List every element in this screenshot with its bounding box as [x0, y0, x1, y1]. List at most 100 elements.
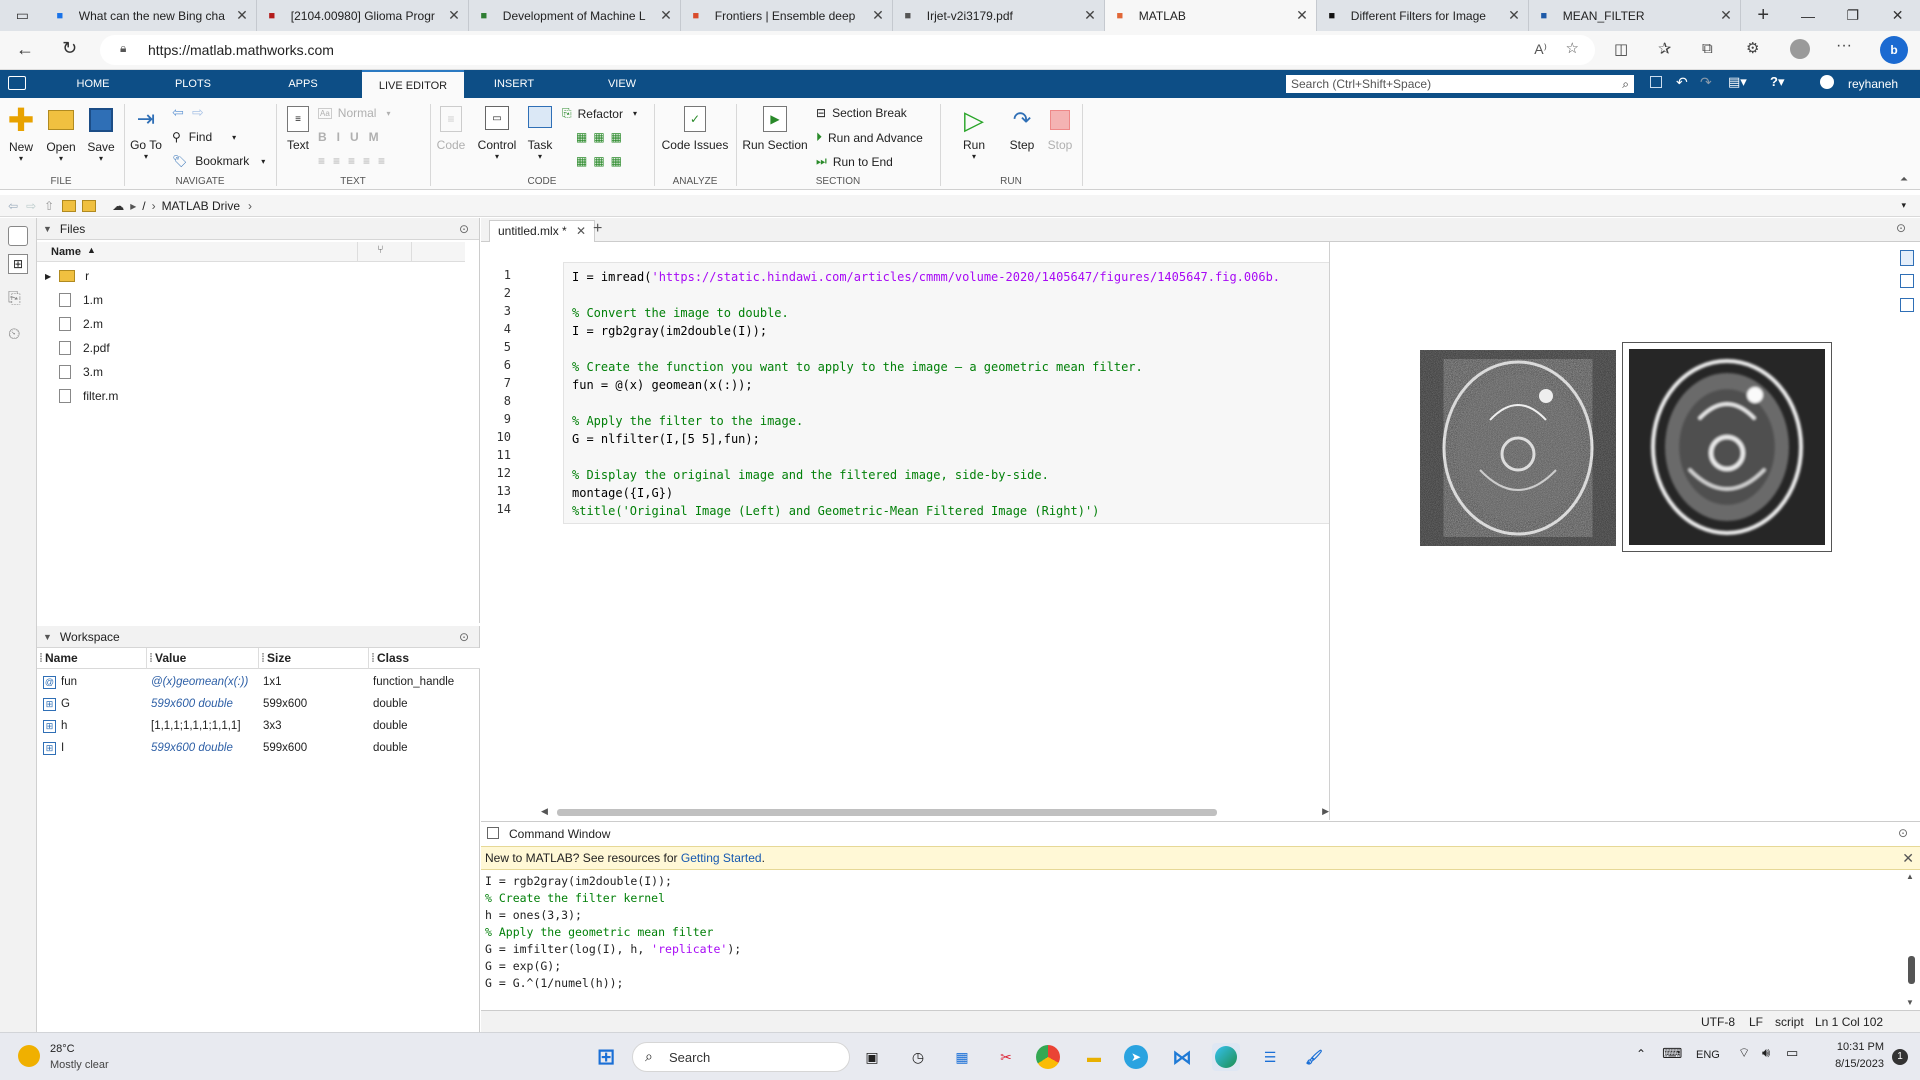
close-tab-icon[interactable]: ✕: [1296, 7, 1308, 24]
keyboard-icon[interactable]: ⌨: [1662, 1045, 1682, 1062]
collapse-arrow-icon[interactable]: ▼: [43, 224, 52, 234]
path-back-icon[interactable]: ⇦: [8, 199, 18, 213]
command-window[interactable]: Command Window ⊙ New to MATLAB? See reso…: [481, 821, 1920, 1032]
matlab-search-input[interactable]: Search (Ctrl+Shift+Space) ⌕: [1286, 75, 1634, 93]
code-tools-icons[interactable]: ▦▦▦: [576, 130, 628, 144]
help-icon[interactable]: ?▾: [1770, 74, 1784, 90]
expand-arrow-icon[interactable]: ▶: [45, 272, 51, 281]
path-root[interactable]: /: [142, 199, 145, 213]
bing-copilot-icon[interactable]: b: [1880, 36, 1908, 64]
new-button[interactable]: ✚ New ▾: [4, 104, 38, 163]
url-field[interactable]: 🔒︎ https://matlab.mathworks.com A⁾ ☆: [100, 35, 1595, 65]
encoding-status[interactable]: UTF-8: [1701, 1015, 1735, 1029]
more-menu-icon[interactable]: ···: [1836, 37, 1852, 55]
matlab-tab-home[interactable]: HOME: [46, 70, 140, 98]
edge-icon[interactable]: [1212, 1043, 1240, 1071]
hide-code-icon[interactable]: [1900, 298, 1914, 312]
output-right-icon[interactable]: [1900, 274, 1914, 288]
matlab-tab-live-editor[interactable]: LIVE EDITOR: [362, 70, 464, 98]
live-editor-code-pane[interactable]: 1 2 3 4 5 6 7 8 9 10 11 12 13 14 I = imread('https://…: [481, 242, 1329, 820]
file-item[interactable]: filter.m: [59, 386, 118, 406]
path-dropdown-icon[interactable]: ▾: [1901, 200, 1906, 211]
code-line[interactable]: G = nlfilter(I,[5 5],fun);: [572, 432, 760, 446]
close-tab-icon[interactable]: ✕: [660, 7, 672, 24]
workspace-row[interactable]: ⊞ I 599x600 double 599x600 double: [37, 738, 480, 760]
telegram-icon[interactable]: ➤: [1124, 1045, 1148, 1069]
weather-desc[interactable]: Mostly clear: [50, 1059, 109, 1071]
editor-tab[interactable]: untitled.mlx * ✕: [489, 220, 596, 242]
code-issues-button[interactable]: ✓ Code Issues: [660, 106, 730, 152]
path-folder-icon[interactable]: [82, 199, 97, 212]
section-break-button[interactable]: ⊟ Section Break: [816, 106, 907, 120]
run-section-button[interactable]: ▶ Run Section: [740, 106, 810, 152]
close-tab-icon[interactable]: ✕: [872, 7, 884, 24]
back-icon[interactable]: ←: [16, 39, 34, 60]
code-line[interactable]: I = imread('https://static.hindawi.com/a…: [572, 270, 1280, 284]
workspace-tool-icon[interactable]: ⊞: [8, 254, 28, 274]
ws-col-class[interactable]: ⁞ Class: [369, 648, 480, 669]
layout-icon[interactable]: ▤▾: [1728, 74, 1747, 90]
panel-options-icon[interactable]: ⊙: [459, 222, 469, 236]
start-windows-icon[interactable]: ⊞: [592, 1043, 620, 1071]
files-column-header[interactable]: Name ▲ ⑂: [37, 242, 465, 262]
refresh-icon[interactable]: ↻: [62, 38, 77, 59]
vertical-scrollbar[interactable]: ▲ ▼: [1906, 872, 1916, 1007]
run-button[interactable]: ▷ Run ▾: [954, 105, 994, 162]
file-explorer-icon[interactable]: ▬: [1080, 1043, 1108, 1071]
close-tab-icon[interactable]: ✕: [236, 7, 248, 24]
chrome-icon[interactable]: [1036, 1045, 1060, 1069]
taskbar-search[interactable]: ⌕ Search: [632, 1042, 850, 1072]
find-button[interactable]: ⚲ Find ▾: [172, 130, 236, 144]
ws-col-name[interactable]: ⁞ Name: [37, 648, 147, 669]
path-up-icon[interactable]: ⇧: [44, 199, 54, 213]
close-tab-icon[interactable]: ✕: [1084, 7, 1096, 24]
save-button[interactable]: Save ▾: [84, 106, 118, 163]
weather-moon-icon[interactable]: [18, 1045, 40, 1067]
browser-tab[interactable]: ■ Development of Machine L ✕: [469, 0, 681, 31]
browser-tab[interactable]: ■ MATLAB ✕: [1104, 0, 1317, 31]
notepad-icon[interactable]: ☰: [1256, 1043, 1284, 1071]
code-line[interactable]: %title('Original Image (Left) and Geomet…: [572, 504, 1099, 518]
code-block[interactable]: I = imread('https://static.hindawi.com/a…: [563, 262, 1329, 524]
forward-arrow-icon[interactable]: ⇨: [192, 104, 204, 121]
bookmark-button[interactable]: 🏷︎ Bookmark ▾: [172, 154, 265, 168]
workspace-row[interactable]: @ fun @(x)geomean(x(:)) 1x1 function_handle: [37, 672, 480, 694]
history-icon[interactable]: ⏲: [8, 326, 28, 346]
code-line[interactable]: montage({I,G}): [572, 486, 673, 500]
code-line[interactable]: % Create the function you want to apply …: [572, 360, 1143, 374]
go-to-button[interactable]: ⇥ Go To ▾: [128, 106, 164, 161]
new-tab-button[interactable]: +: [1741, 0, 1786, 31]
collections-icon[interactable]: ⧉: [1702, 40, 1713, 57]
workspace-row[interactable]: ⊞ G 599x600 double 599x600 double: [37, 694, 480, 716]
collapse-arrow-icon[interactable]: ▼: [43, 632, 52, 642]
profile-avatar[interactable]: [1790, 39, 1810, 59]
workspace-row[interactable]: ⊞ h [1,1,1;1,1,1;1,1,1] 3x3 double: [37, 716, 480, 738]
clock-app-icon[interactable]: ◷: [904, 1043, 932, 1071]
split-screen-icon[interactable]: ◫: [1614, 40, 1628, 58]
close-tab-icon[interactable]: ✕: [576, 224, 586, 238]
browser-tab[interactable]: ■ Irjet-v2i3179.pdf ✕: [893, 0, 1105, 31]
open-button[interactable]: Open ▾: [44, 106, 78, 163]
file-item[interactable]: 2.pdf: [59, 338, 110, 358]
paint-icon[interactable]: 🖌︎: [1300, 1043, 1328, 1071]
ws-col-value[interactable]: ⁞ Value: [147, 648, 259, 669]
read-aloud-icon[interactable]: A⁾: [1534, 41, 1547, 58]
browser-tab[interactable]: ■ Frontiers | Ensemble deep ✕: [681, 0, 893, 31]
task-button[interactable]: Task ▾: [524, 106, 556, 161]
snipping-tool-icon[interactable]: ✂: [992, 1043, 1020, 1071]
clock-time[interactable]: 10:31 PM: [1826, 1041, 1884, 1053]
store-icon[interactable]: ▦: [948, 1043, 976, 1071]
current-folder-tool-icon[interactable]: [8, 226, 28, 246]
battery-icon[interactable]: ▭: [1786, 1045, 1798, 1061]
file-item[interactable]: 3.m: [59, 362, 103, 382]
code-line[interactable]: % Display the original image and the fil…: [572, 468, 1049, 482]
horizontal-scrollbar[interactable]: ◀ ▶: [541, 806, 1329, 818]
filtered-mri-image[interactable]: [1622, 342, 1832, 552]
weather-temp[interactable]: 28°C: [50, 1043, 75, 1055]
close-tab-icon[interactable]: ✕: [448, 7, 460, 24]
clock-date[interactable]: 8/15/2023: [1826, 1058, 1884, 1070]
browser-tab[interactable]: ■ Different Filters for Image ✕: [1317, 0, 1529, 31]
matlab-tab-apps[interactable]: APPS: [256, 70, 350, 98]
close-window-button[interactable]: ✕: [1875, 0, 1920, 31]
new-tab-icon[interactable]: +: [593, 220, 602, 238]
